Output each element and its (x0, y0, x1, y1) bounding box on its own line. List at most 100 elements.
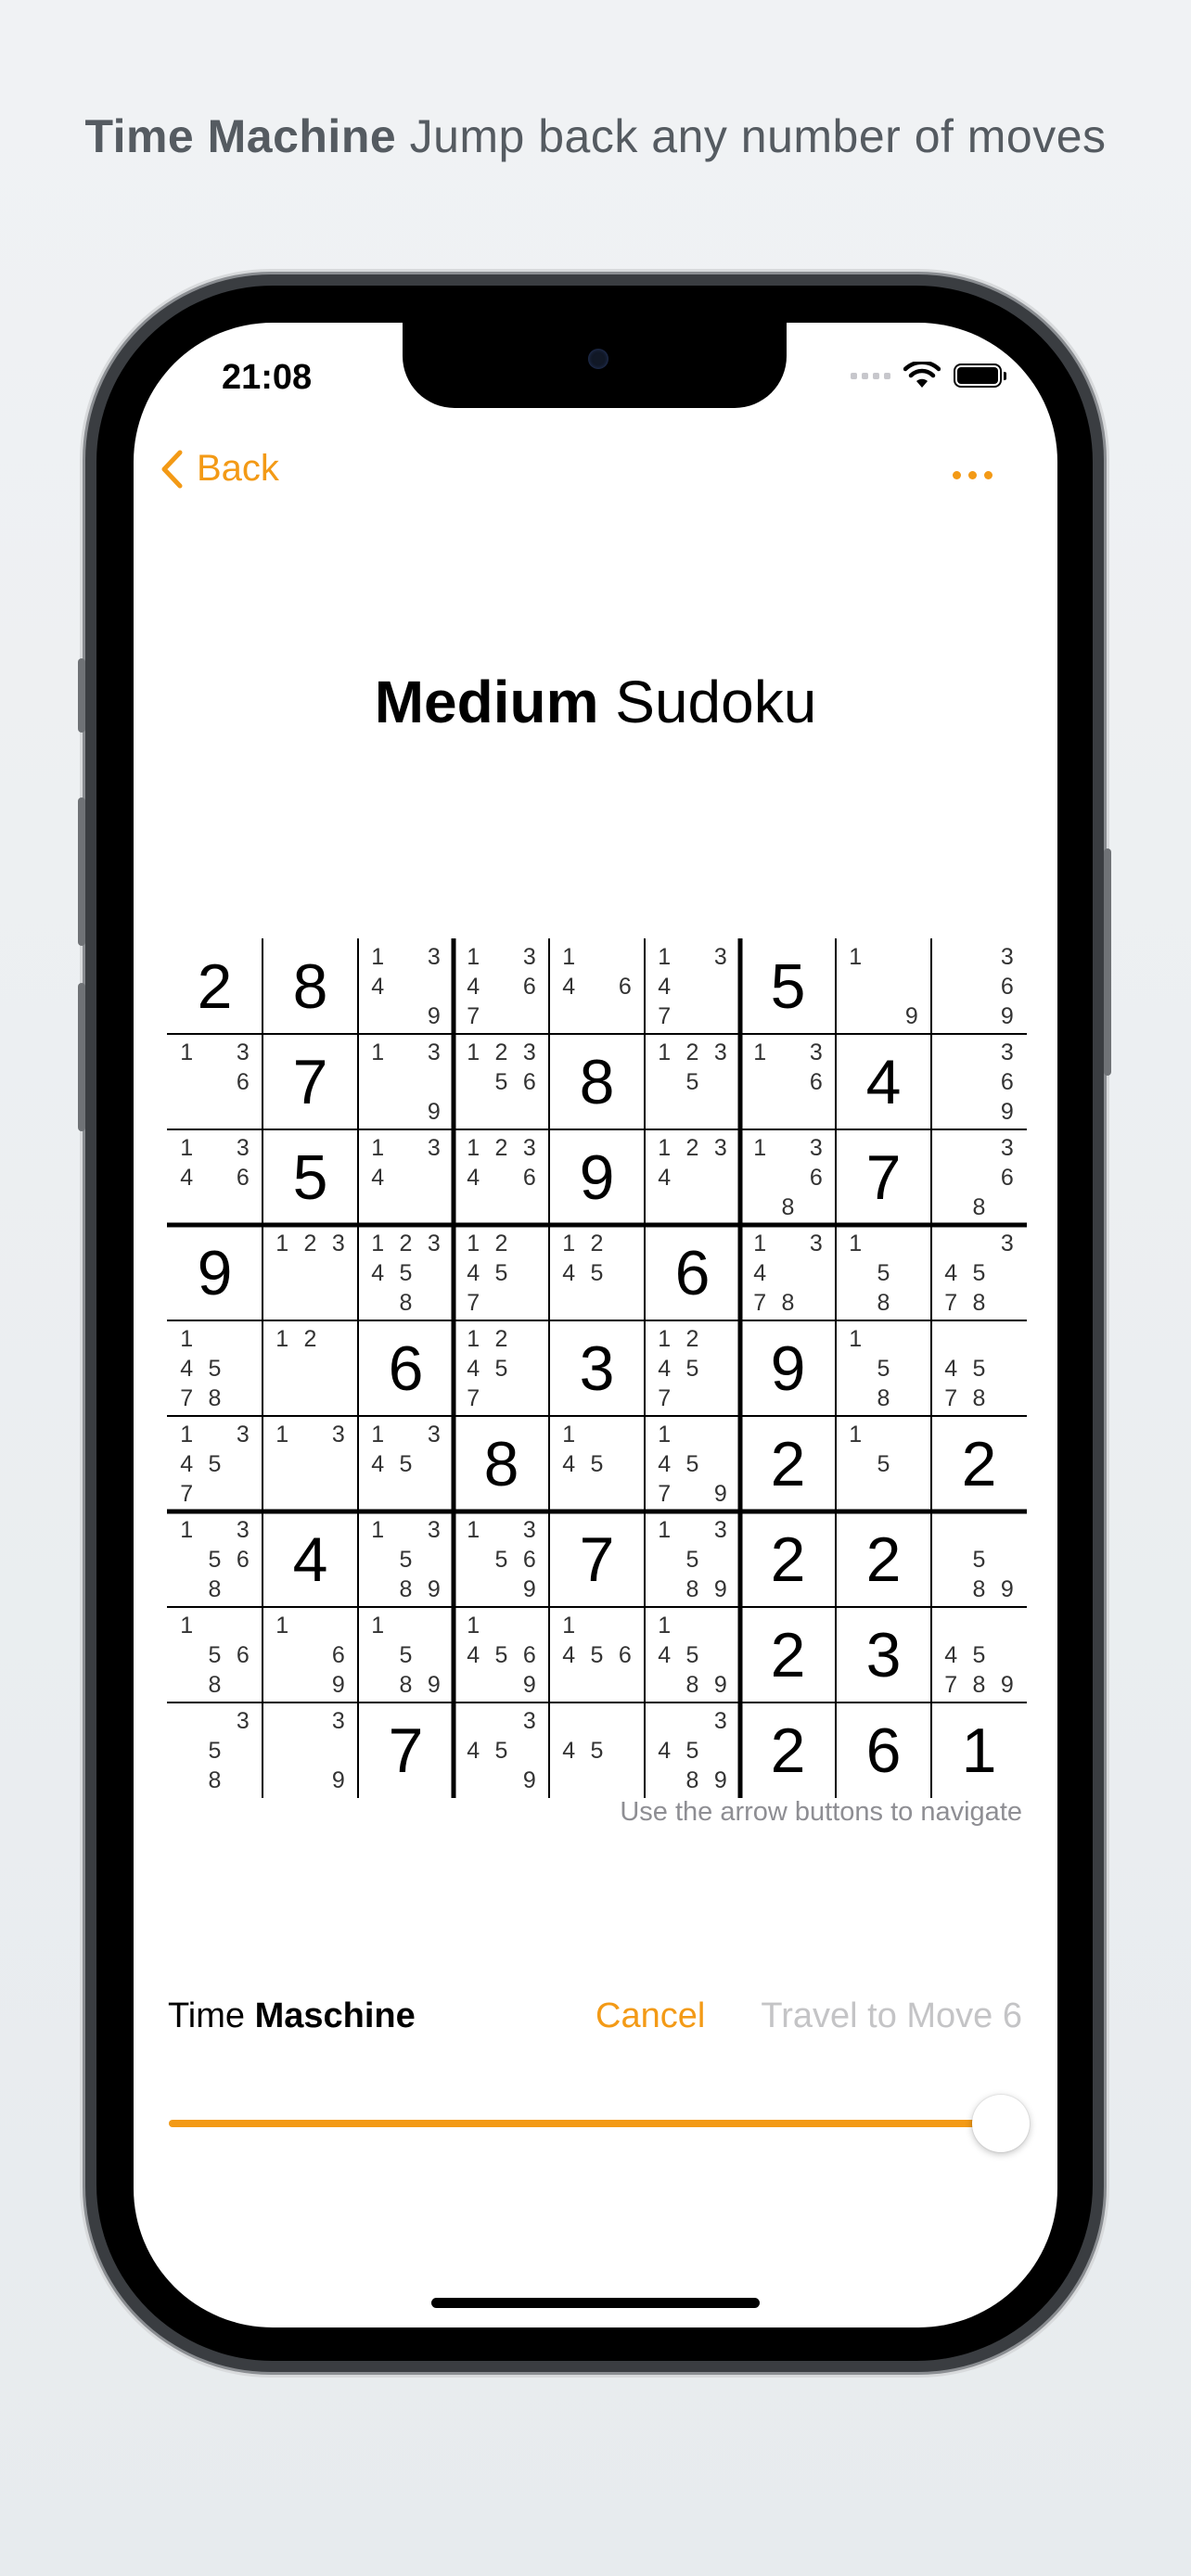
sudoku-cell[interactable]: 1 3 4 9 (358, 938, 454, 1034)
sudoku-cell[interactable]: 13 (263, 1416, 358, 1511)
sudoku-cell[interactable]: 3 (549, 1320, 645, 1416)
sudoku-cell[interactable]: 7 (263, 1034, 358, 1129)
sudoku-cell[interactable]: 5 89 (931, 1511, 1027, 1607)
sudoku-cell[interactable]: 8 (454, 1416, 549, 1511)
sudoku-cell[interactable]: 15 8 (836, 1225, 931, 1320)
sudoku-cell[interactable]: 123 4 (645, 1129, 740, 1225)
sudoku-cell[interactable]: 1 6 9 (263, 1607, 358, 1702)
sudoku-cell[interactable]: 1245 (549, 1225, 645, 1320)
sudoku-cell[interactable]: 19 (836, 938, 931, 1034)
sudoku-cell[interactable]: 145 89 (645, 1607, 740, 1702)
sudoku-cell[interactable]: 3 4578 (931, 1225, 1027, 1320)
sudoku-cell[interactable]: 4578 (931, 1320, 1027, 1416)
pencil-mark (200, 1067, 228, 1097)
sudoku-cell[interactable]: 1 4578 (167, 1320, 263, 1416)
sudoku-cell[interactable]: 1 356 9 (454, 1511, 549, 1607)
sudoku-cell[interactable]: 4 (263, 1511, 358, 1607)
move-slider[interactable] (169, 2095, 1030, 2152)
sudoku-cell[interactable]: 1 35 89 (358, 1511, 454, 1607)
sudoku-cell[interactable]: 12457 (454, 1225, 549, 1320)
sudoku-cell[interactable]: 1 3 6 (740, 1034, 836, 1129)
slider-knob[interactable] (972, 2095, 1030, 2152)
sudoku-cell[interactable]: 3 6 9 (931, 1034, 1027, 1129)
sudoku-cell[interactable]: 1 3 4 6 (167, 1129, 263, 1225)
cell-value: 2 (770, 1524, 806, 1595)
sudoku-cell[interactable]: 1235 (645, 1034, 740, 1129)
home-indicator[interactable] (431, 2298, 760, 2308)
sudoku-cell[interactable]: 1 3568 (167, 1511, 263, 1607)
pencil-mark (420, 1289, 448, 1319)
pencil-mark (937, 1002, 965, 1032)
pencil-mark (516, 1002, 544, 1032)
pencil-mark (993, 1258, 1021, 1288)
pencil-mark (965, 1002, 992, 1032)
sudoku-cell[interactable]: 3 6 9 (931, 938, 1027, 1034)
sudoku-cell[interactable]: 7 (836, 1129, 931, 1225)
sudoku-cell[interactable]: 6 (836, 1702, 931, 1798)
sudoku-cell[interactable]: 15 (836, 1416, 931, 1511)
sudoku-cell[interactable]: 6 (645, 1225, 740, 1320)
sudoku-cell[interactable]: 3 (836, 1607, 931, 1702)
travel-to-move-button[interactable]: Travel to Move 6 (761, 1996, 1022, 2036)
sudoku-cell[interactable]: 45 (549, 1702, 645, 1798)
pencil-mark (555, 1289, 583, 1319)
sudoku-cell[interactable]: 12457 (454, 1320, 549, 1416)
sudoku-cell[interactable]: 123 (263, 1225, 358, 1320)
sudoku-cell[interactable]: 8 (549, 1034, 645, 1129)
pencil-mark: 4 (371, 973, 385, 1000)
sudoku-cell[interactable]: 9 (167, 1225, 263, 1320)
sudoku-cell[interactable]: 1 3 45 (358, 1416, 454, 1511)
more-options-button[interactable] (953, 471, 992, 479)
sudoku-cell[interactable]: 1 35 89 (645, 1511, 740, 1607)
sudoku-cell[interactable]: 39 (263, 1702, 358, 1798)
sudoku-cell[interactable]: 2 (740, 1702, 836, 1798)
sudoku-cell[interactable]: 8 (263, 938, 358, 1034)
sudoku-cell[interactable]: 123 45 8 (358, 1225, 454, 1320)
sudoku-cell[interactable]: 2 (167, 938, 263, 1034)
sudoku-cell[interactable]: 12 (263, 1320, 358, 1416)
sudoku-cell[interactable]: 9 (549, 1129, 645, 1225)
sudoku-cell[interactable]: 1456 (549, 1607, 645, 1702)
sudoku-cell[interactable]: 2 (931, 1416, 1027, 1511)
sudoku-cell[interactable]: 1 3 4 (358, 1129, 454, 1225)
sudoku-cell[interactable]: 3 45 89 (645, 1702, 740, 1798)
back-button[interactable]: Back (160, 448, 279, 490)
sudoku-cell[interactable]: 1 3 4 78 (740, 1225, 836, 1320)
sudoku-cell[interactable]: 1 3 68 (740, 1129, 836, 1225)
sudoku-cell[interactable]: 1589 (358, 1607, 454, 1702)
sudoku-cell[interactable]: 15 8 (836, 1320, 931, 1416)
sudoku-cell[interactable]: 6 (358, 1320, 454, 1416)
sudoku-cell[interactable]: 1 3 6 (167, 1034, 263, 1129)
sudoku-cell[interactable]: 3 459 (454, 1702, 549, 1798)
pencil-mark (173, 1193, 200, 1223)
sudoku-cell[interactable]: 12356 (454, 1034, 549, 1129)
cancel-button[interactable]: Cancel (596, 1996, 705, 2036)
sudoku-cell[interactable]: 1 45 (549, 1416, 645, 1511)
sudoku-cell[interactable]: 1 3 457 (167, 1416, 263, 1511)
sudoku-cell[interactable]: 1 3 4 6 7 (454, 938, 549, 1034)
sudoku-cell[interactable]: 7 (549, 1511, 645, 1607)
sudoku-cell[interactable]: 1 4 6 (549, 938, 645, 1034)
cell-notes: 3 6 9 (937, 942, 1021, 1032)
sudoku-cell[interactable]: 1456 9 (454, 1607, 549, 1702)
sudoku-cell[interactable]: 1 (931, 1702, 1027, 1798)
pencil-mark (611, 1766, 639, 1796)
sudoku-cell[interactable]: 2 (740, 1511, 836, 1607)
sudoku-cell[interactable]: 12457 (645, 1320, 740, 1416)
sudoku-cell[interactable]: 9 (740, 1320, 836, 1416)
sudoku-cell[interactable]: 45789 (931, 1607, 1027, 1702)
sudoku-cell[interactable]: 1 3 9 (358, 1034, 454, 1129)
sudoku-cell[interactable]: 123 4 6 (454, 1129, 549, 1225)
sudoku-cell[interactable]: 5 (740, 938, 836, 1034)
sudoku-cell[interactable]: 2 (836, 1511, 931, 1607)
sudoku-cell[interactable]: 5 (263, 1129, 358, 1225)
sudoku-cell[interactable]: 7 (358, 1702, 454, 1798)
sudoku-cell[interactable]: 4 (836, 1034, 931, 1129)
sudoku-cell[interactable]: 2 (740, 1416, 836, 1511)
sudoku-cell[interactable]: 3 68 (931, 1129, 1027, 1225)
sudoku-cell[interactable]: 2 (740, 1607, 836, 1702)
sudoku-cell[interactable]: 1 3 4 7 (645, 938, 740, 1034)
sudoku-cell[interactable]: 1568 (167, 1607, 263, 1702)
sudoku-cell[interactable]: 1 457 9 (645, 1416, 740, 1511)
sudoku-cell[interactable]: 35 8 (167, 1702, 263, 1798)
